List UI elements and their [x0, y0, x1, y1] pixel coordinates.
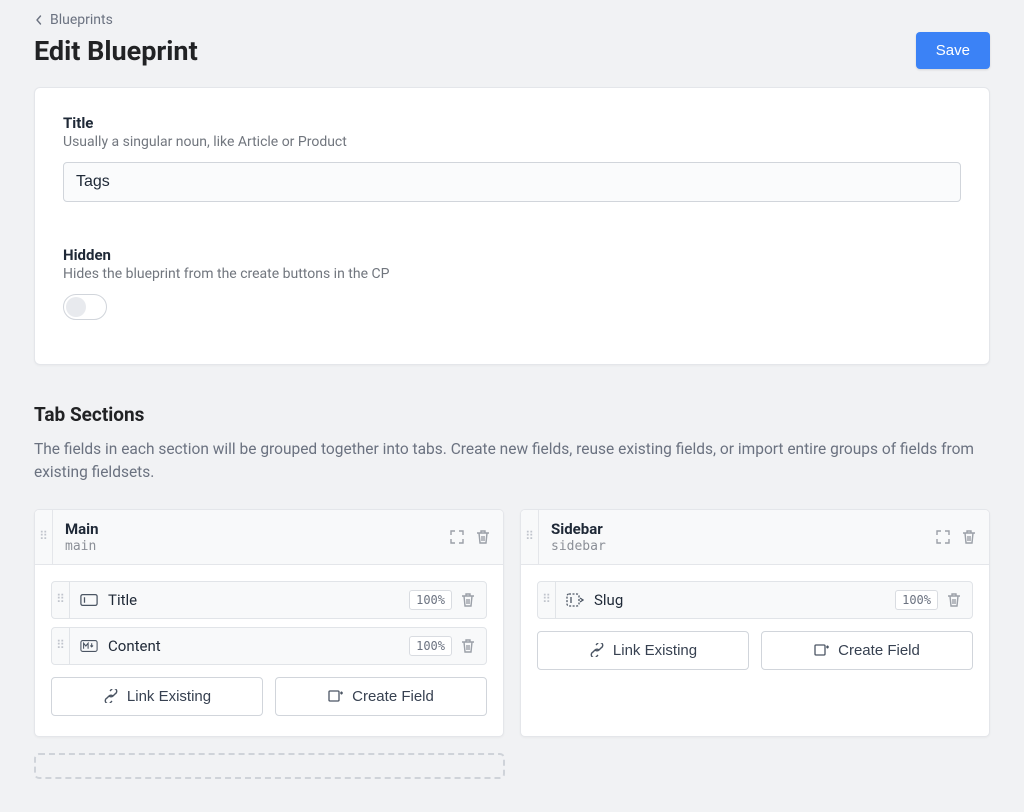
blueprint-field[interactable]: ⠿ Slug 100% — [537, 581, 973, 619]
trash-icon[interactable] — [475, 529, 491, 545]
drag-icon: ⠿ — [56, 643, 65, 648]
blueprint-field[interactable]: ⠿ Content 100% — [51, 627, 487, 665]
slug-field-icon — [566, 593, 584, 607]
drag-handle[interactable]: ⠿ — [35, 510, 53, 564]
hidden-field-help: Hides the blueprint from the create butt… — [63, 266, 961, 282]
tab-sections-heading: Tab Sections — [34, 403, 990, 426]
drag-handle[interactable]: ⠿ — [52, 582, 70, 618]
tab-section-main: ⠿ Main main ⠿ — [34, 509, 504, 737]
drag-icon: ⠿ — [39, 534, 48, 539]
link-existing-button[interactable]: Link Existing — [51, 677, 263, 716]
button-label: Create Field — [352, 688, 434, 705]
chevron-left-icon — [34, 15, 44, 25]
tab-display-name[interactable]: Sidebar — [551, 520, 606, 538]
tab-section-sidebar: ⠿ Sidebar sidebar ⠿ — [520, 509, 990, 737]
breadcrumb-back[interactable]: Blueprints — [34, 12, 990, 28]
toggle-knob — [66, 297, 86, 317]
field-name: Title — [108, 591, 137, 609]
drag-handle[interactable]: ⠿ — [538, 582, 556, 618]
trash-icon[interactable] — [961, 529, 977, 545]
expand-icon[interactable] — [935, 529, 951, 545]
field-name: Slug — [594, 591, 623, 609]
drag-icon: ⠿ — [56, 597, 65, 602]
drag-icon: ⠿ — [542, 597, 551, 602]
drag-handle[interactable]: ⠿ — [52, 628, 70, 664]
blueprint-field[interactable]: ⠿ Title 100% — [51, 581, 487, 619]
text-field-icon — [80, 593, 98, 607]
tab-display-name[interactable]: Main — [65, 520, 99, 538]
field-width[interactable]: 100% — [409, 636, 452, 656]
tab-handle: main — [65, 539, 99, 554]
page-title: Edit Blueprint — [34, 35, 198, 67]
expand-icon[interactable] — [449, 529, 465, 545]
title-field-help: Usually a singular noun, like Article or… — [63, 134, 961, 150]
new-field-icon — [328, 689, 344, 703]
new-field-icon — [814, 643, 830, 657]
title-field-label: Title — [63, 114, 961, 132]
save-button[interactable]: Save — [916, 32, 990, 69]
create-field-button[interactable]: Create Field — [275, 677, 487, 716]
hidden-toggle[interactable] — [63, 294, 107, 320]
link-icon — [103, 689, 119, 703]
field-name: Content — [108, 637, 161, 655]
create-field-button[interactable]: Create Field — [761, 631, 973, 670]
link-existing-button[interactable]: Link Existing — [537, 631, 749, 670]
field-width[interactable]: 100% — [409, 590, 452, 610]
settings-card: Title Usually a singular noun, like Arti… — [34, 87, 990, 365]
add-tab-section-dropzone[interactable] — [34, 753, 505, 779]
trash-icon[interactable] — [460, 638, 476, 654]
link-icon — [589, 643, 605, 657]
hidden-field-label: Hidden — [63, 246, 961, 264]
title-input[interactable] — [63, 162, 961, 202]
button-label: Create Field — [838, 642, 920, 659]
button-label: Link Existing — [613, 642, 697, 659]
tab-sections-description: The fields in each section will be group… — [34, 438, 990, 485]
breadcrumb-label: Blueprints — [50, 12, 113, 28]
markdown-field-icon — [80, 639, 98, 653]
tab-handle: sidebar — [551, 539, 606, 554]
button-label: Link Existing — [127, 688, 211, 705]
drag-handle[interactable]: ⠿ — [521, 510, 539, 564]
drag-icon: ⠿ — [525, 534, 534, 539]
trash-icon[interactable] — [460, 592, 476, 608]
trash-icon[interactable] — [946, 592, 962, 608]
field-width[interactable]: 100% — [895, 590, 938, 610]
